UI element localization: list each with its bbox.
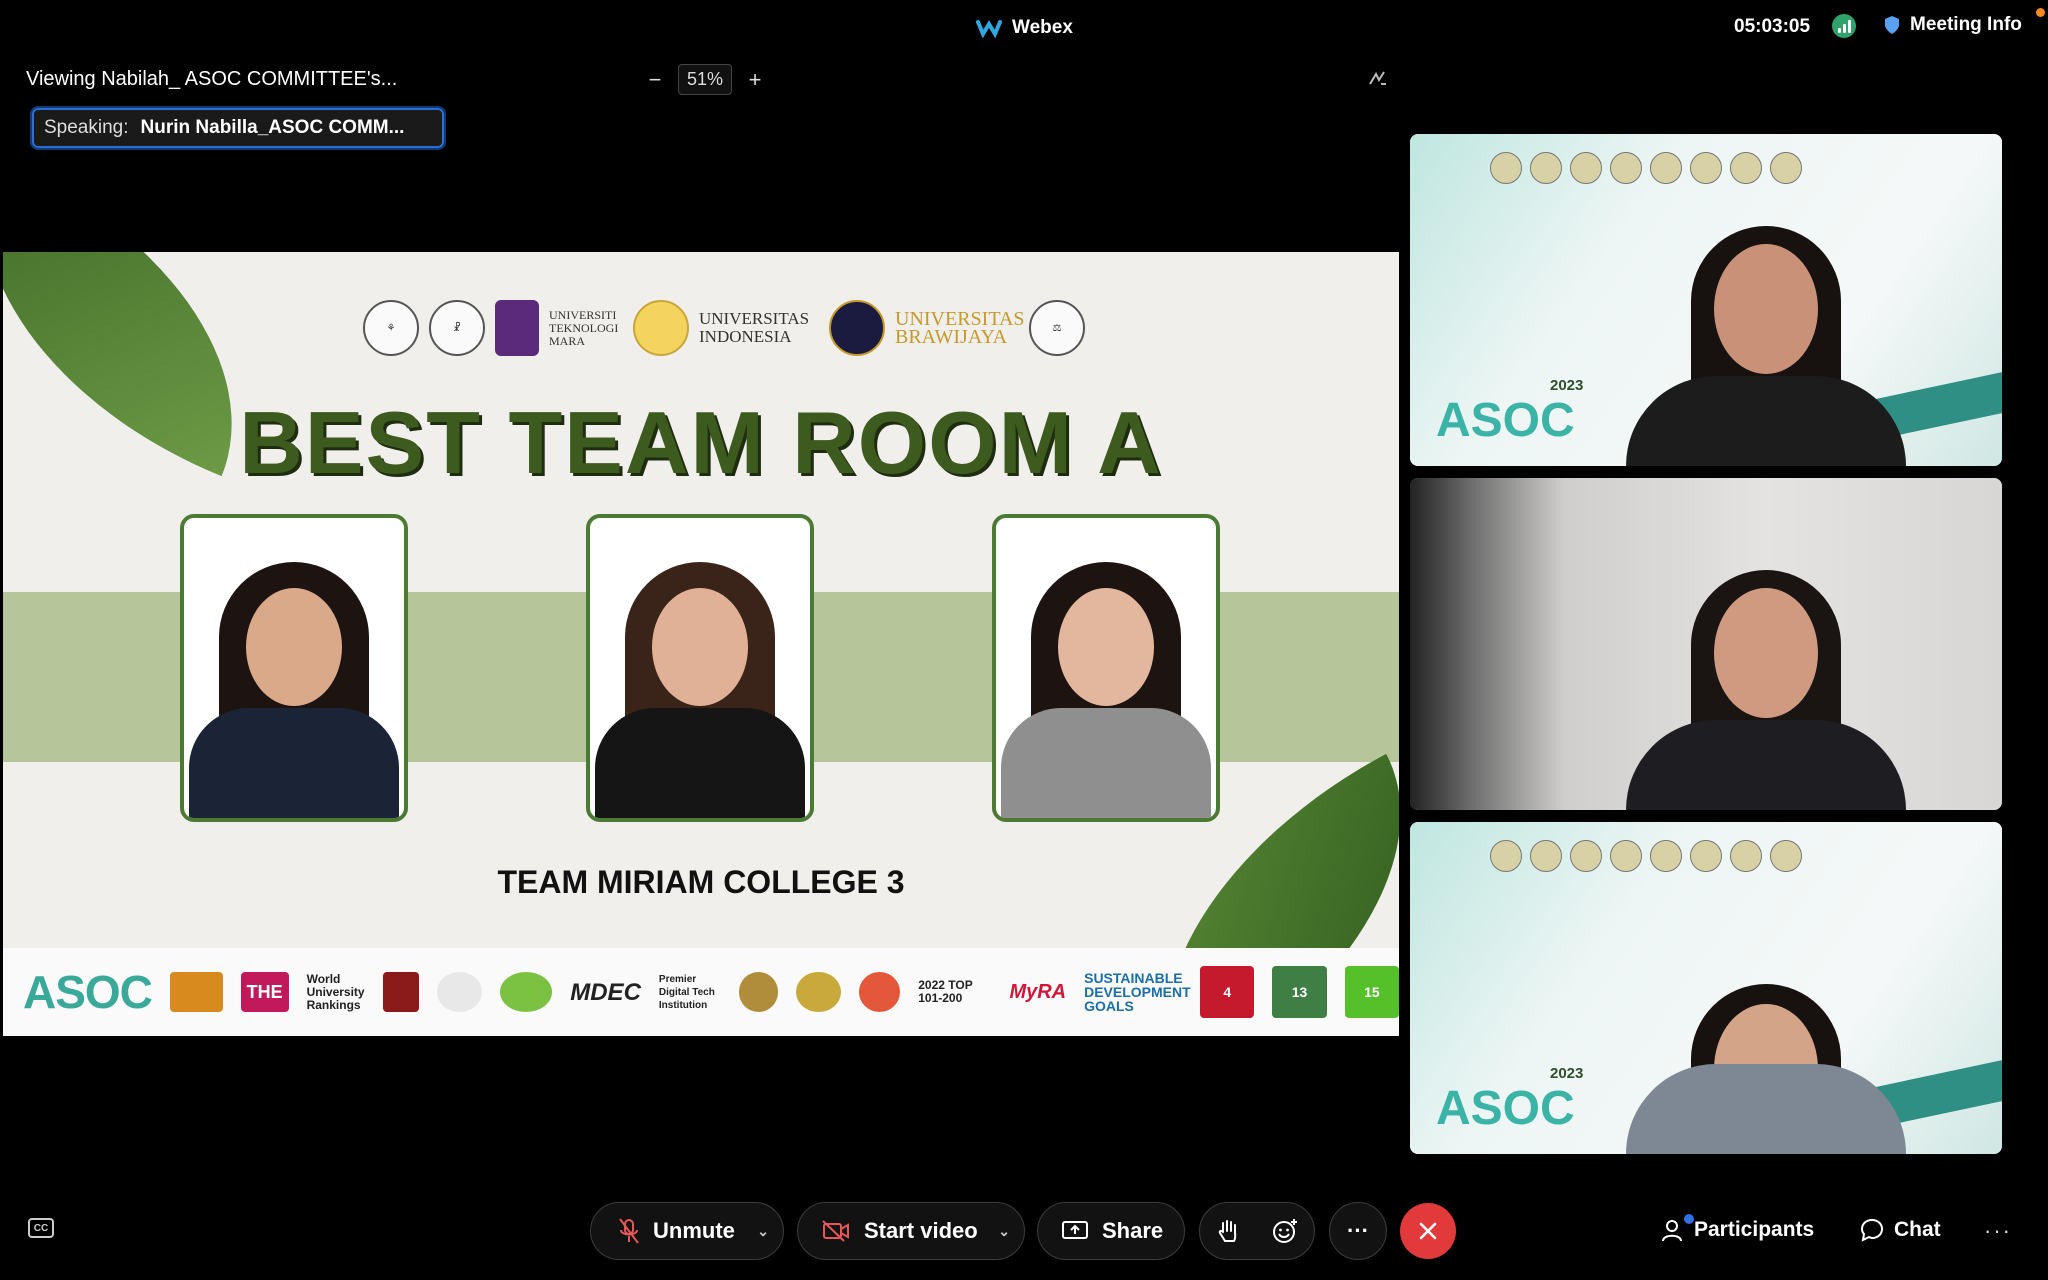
overflow-menu-button[interactable]: ··· [1984,1218,2012,1244]
sdg-13-icon: 13 [1272,966,1327,1018]
zoom-control: − 51% + [644,64,766,95]
speaking-label: Speaking: [44,117,129,138]
myra-logo: MyRA [1009,980,1067,1003]
virtual-background-logos [1490,840,1802,872]
team-member-photo [180,514,408,822]
university-logos: ⚘ ☧ UNIVERSITI TEKNOLOGI MARA UNIVERSITA… [363,300,1085,356]
ub-logo-text: UNIVERSITAS BRAWIJAYA [895,308,1025,348]
share-button[interactable]: Share [1037,1202,1185,1260]
zoom-out-button[interactable]: − [644,67,666,93]
shared-content[interactable]: ⚘ ☧ UNIVERSITI TEKNOLOGI MARA UNIVERSITA… [3,252,1399,1036]
zoom-in-button[interactable]: + [744,67,766,93]
background-asoc: ASOC [1436,394,1575,447]
share-label: Share [1102,1218,1164,1243]
unmute-label: Unmute [653,1218,735,1243]
ranking-badge-icon [382,972,420,1012]
zoom-value[interactable]: 51% [678,64,733,95]
share-screen-icon [1062,1221,1088,1239]
close-icon [1419,1222,1437,1240]
speaking-name: Nurin Nabilla_ASOC COMM... [140,117,405,138]
asoc-logo: ASOC [23,966,153,1018]
background-year: 2023 [1550,377,1584,394]
participant-video-tile[interactable] [1410,478,2002,810]
start-video-label: Start video [864,1218,978,1243]
participant-video-tile[interactable]: 2023 ASOC [1410,134,2002,466]
award-seal-icon [796,972,841,1012]
reaction-emoji-icon[interactable] [1272,1218,1298,1244]
impact-logo-icon [858,972,901,1012]
uitm-crest-icon [495,300,539,356]
virtual-background-logos [1490,152,1802,184]
participant-video [1626,186,1906,466]
meeting-info-label: Meeting Info [1910,14,2022,35]
connection-quality-icon[interactable] [1832,14,1856,38]
team-member-photo [586,514,814,822]
participant-video [1626,914,1906,1154]
participants-indicator-dot [1684,1214,1694,1224]
raise-hand-icon[interactable] [1217,1218,1239,1244]
unmute-button[interactable]: Unmute ⌄ [590,1202,784,1260]
sponsor-footer: ASOC THE World University Rankings MDEC … [3,948,1399,1036]
award-seal-icon [738,972,779,1012]
participants-label: Participants [1694,1218,1815,1241]
team-name: TEAM MIRIAM COLLEGE 3 [497,864,905,900]
ranking-badge-icon [169,972,223,1012]
chevron-down-icon[interactable]: ⌄ [757,1223,769,1240]
participant-video-tile[interactable]: 2023 ASOC [1410,822,2002,1154]
mdec-text: Premier Digital Tech Institution [658,973,715,1011]
the-rankings-text: World University Rankings [306,971,365,1012]
participants-button[interactable]: Participants [1660,1214,1815,1242]
alsa-logo-icon: ⚖ [1029,300,1085,356]
impact-ranking-text: 2022 TOP 101-200 [918,978,973,1005]
ui-logo-icon [633,300,689,356]
miriam-college-logo-icon: ☧ [429,300,485,356]
notification-dot [2036,8,2045,17]
closed-captions-button[interactable]: CC [28,1218,54,1238]
sdg-15-icon: 15 [1344,966,1399,1018]
camera-off-icon [822,1220,849,1242]
sdg-4-icon: 4 [1200,966,1255,1018]
leave-meeting-button[interactable] [1400,1203,1456,1259]
meeting-info-button[interactable]: Meeting Info [1884,14,2022,36]
start-video-button[interactable]: Start video ⌄ [797,1202,1025,1260]
active-speaker-badge: Speaking: Nurin Nabilla_ASOC COMM... [30,106,446,150]
chat-bubble-icon [1860,1218,1884,1242]
viewing-share-label: Viewing Nabilah_ ASOC COMMITTEE's... [26,68,398,90]
microphone-muted-icon [619,1218,639,1244]
meeting-clock: 05:03:05 [1734,16,1811,37]
participant-video [1626,530,1906,810]
chat-label: Chat [1894,1218,1941,1241]
ui-logo-text: UNIVERSITAS INDONESIA [699,309,810,346]
webex-logo-icon [976,20,1002,38]
app-title-label: Webex [1012,17,1073,38]
the-logo: THE [240,972,289,1012]
team-member-photo [992,514,1220,822]
reactions-group [1199,1202,1315,1260]
chat-button[interactable]: Chat [1860,1218,1941,1242]
chevron-down-icon[interactable]: ⌄ [998,1223,1010,1240]
background-asoc: ASOC [1436,1082,1575,1135]
shield-icon [1885,16,1899,34]
greenmetric-logo-icon [499,972,553,1012]
background-year: 2023 [1550,1065,1584,1082]
slide-title: BEST TEAM ROOM A [239,393,1163,492]
ub-logo-icon [829,300,885,356]
ranking-seal-icon [437,972,482,1012]
app-title: Webex [976,16,1073,40]
more-options-button[interactable]: ··· [1329,1202,1387,1260]
seal-logo-icon: ⚘ [363,300,419,356]
sdg-logo: SUSTAINABLE DEVELOPMENT GOALS [1084,970,1191,1014]
mdec-logo: MDEC [570,978,641,1006]
person-icon [1662,1220,1682,1242]
annotate-icon[interactable] [1368,70,1388,91]
uitm-logo-text: UNIVERSITI TEKNOLOGI MARA [549,307,619,348]
